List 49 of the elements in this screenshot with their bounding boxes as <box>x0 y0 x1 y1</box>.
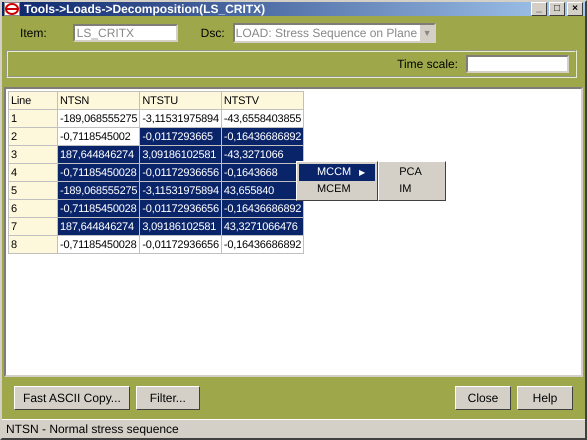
dsc-dropdown[interactable]: LOAD: Stress Sequence on Plane ▼ <box>232 23 436 43</box>
dsc-label: Dsc: <box>200 26 225 40</box>
table-cell[interactable]: 6 <box>8 200 58 218</box>
window-title: Tools->Loads->Decomposition(LS_CRITX) <box>24 2 266 16</box>
table-cell[interactable]: 7 <box>8 218 58 236</box>
window-control-button[interactable]: _ <box>531 2 547 16</box>
menu-item[interactable]: PCA <box>381 164 444 181</box>
table-cell[interactable]: 3,09186102581 <box>140 218 222 236</box>
column-header[interactable]: NTSN <box>58 92 140 110</box>
table-cell[interactable]: 2 <box>8 128 58 146</box>
table-cell[interactable]: -43,3271066 <box>221 146 304 164</box>
table-cell[interactable]: -0,71185450028 <box>58 164 140 182</box>
table-cell[interactable]: -189,068555275 <box>58 182 140 200</box>
table-cell[interactable]: 8 <box>8 236 58 254</box>
window-control-button[interactable]: × <box>567 2 583 16</box>
table-cell[interactable]: -0,71185450028 <box>58 200 140 218</box>
table-cell[interactable]: -189,068555275 <box>58 110 140 128</box>
table-cell[interactable]: 1 <box>8 110 58 128</box>
window-control-button[interactable]: □ <box>549 2 565 16</box>
table-cell[interactable]: 3 <box>8 146 58 164</box>
table-cell[interactable]: -0,16436686892 <box>221 200 304 218</box>
item-label: Item: <box>20 26 47 40</box>
table-cell[interactable]: -0,01172936656 <box>140 236 222 254</box>
action-button[interactable]: Filter... <box>136 386 200 410</box>
table-cell[interactable]: -0,01172936656 <box>140 164 222 182</box>
table-cell[interactable]: 187,644846274 <box>58 218 140 236</box>
table-cell[interactable]: 4 <box>8 164 58 182</box>
column-header[interactable]: NTSTV <box>221 92 304 110</box>
action-button[interactable]: Fast ASCII Copy... <box>14 386 130 410</box>
table-cell[interactable]: -0,16436686892 <box>221 236 304 254</box>
table-cell[interactable]: -0,71185450028 <box>58 236 140 254</box>
action-button[interactable]: Help <box>517 386 573 410</box>
column-header[interactable]: NTSTU <box>140 92 222 110</box>
app-icon <box>4 2 20 16</box>
time-scale-label: Time scale: <box>397 57 458 71</box>
table-cell[interactable]: 3,09186102581 <box>140 146 222 164</box>
status-bar: NTSN - Normal stress sequence <box>2 419 585 438</box>
table-cell[interactable]: 187,644846274 <box>58 146 140 164</box>
table-cell[interactable]: -3,11531975894 <box>140 182 222 200</box>
menu-item[interactable]: MCCM ▶ <box>299 164 376 181</box>
table-cell[interactable]: -0,0117293665 <box>140 128 222 146</box>
menu-item[interactable]: IM <box>381 181 444 198</box>
time-scale-field[interactable] <box>466 55 569 73</box>
table-cell[interactable]: -0,16436686892 <box>221 128 304 146</box>
table-cell[interactable]: 5 <box>8 182 58 200</box>
column-header[interactable]: Line <box>8 92 58 110</box>
table-cell[interactable]: 43,3271066476 <box>221 218 304 236</box>
action-button[interactable]: Close <box>455 386 511 410</box>
table-cell[interactable]: -0,01172936656 <box>140 200 222 218</box>
